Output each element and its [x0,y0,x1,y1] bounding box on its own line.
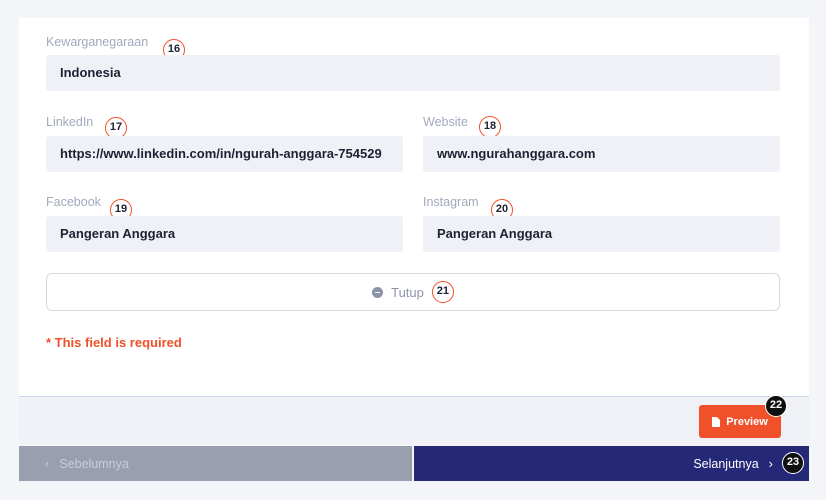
website-field[interactable]: www.ngurahanggara.com [423,136,780,172]
chevron-left-icon: ‹ [45,456,50,471]
instagram-label: Instagram [423,195,479,209]
annotation-badge-22: 22 [765,395,787,417]
close-section-button[interactable]: Tutup 21 [46,273,780,311]
next-button[interactable]: Selanjutnya › [414,446,809,481]
citizenship-field[interactable]: Indonesia [46,55,780,91]
document-icon [712,416,721,427]
facebook-field[interactable]: Pangeran Anggara [46,216,403,252]
linkedin-field[interactable]: https://www.linkedin.com/in/ngurah-angga… [46,136,403,172]
form-footer [19,396,809,444]
close-button-label: Tutup [391,284,424,300]
instagram-field[interactable]: Pangeran Anggara [423,216,780,252]
facebook-label: Facebook [46,195,101,209]
profile-form-card: Kewarganegaraan 16 Indonesia LinkedIn 17… [19,18,809,396]
linkedin-label: LinkedIn [46,115,94,129]
previous-button-label: Sebelumnya [59,456,129,471]
minus-circle-icon [372,286,384,298]
annotation-badge-21: 21 [431,281,454,303]
website-label: Website [423,115,468,129]
next-button-label: Selanjutnya [693,456,759,471]
annotation-badge-23: 23 [782,452,804,474]
citizenship-label: Kewarganegaraan [46,35,149,49]
required-field-note: * This field is required [46,335,182,350]
previous-button[interactable]: ‹ Sebelumnya [19,446,412,481]
preview-button-label: Preview [726,415,768,428]
chevron-right-icon: › [768,456,773,471]
annotation-badge-18: 18 [479,116,501,138]
